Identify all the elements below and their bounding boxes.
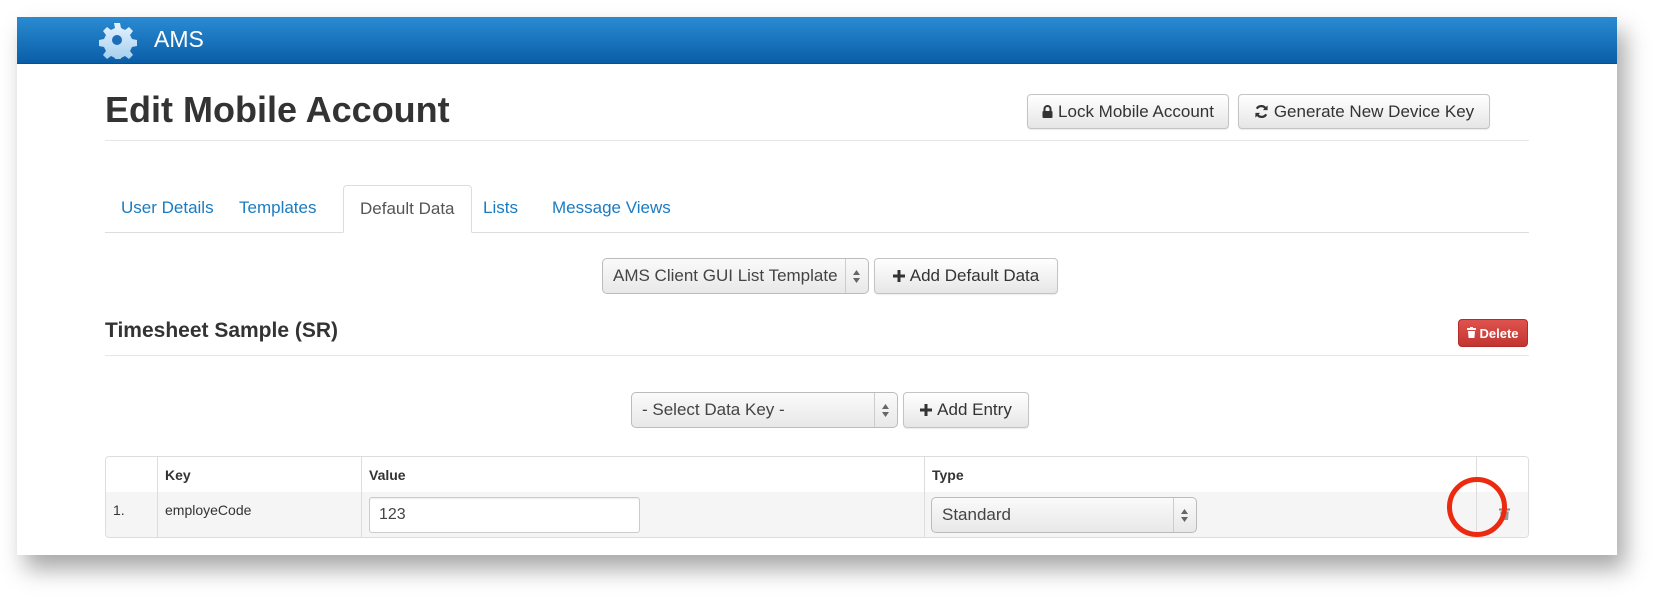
tab-label: Message Views bbox=[552, 198, 671, 217]
tab-lists[interactable]: Lists bbox=[467, 185, 534, 231]
table-header: Key Value Type bbox=[106, 457, 1528, 493]
add-entry-button[interactable]: Add Entry bbox=[903, 392, 1029, 428]
section-title: Timesheet Sample (SR) bbox=[105, 319, 339, 342]
add-default-data-button[interactable]: Add Default Data bbox=[874, 258, 1058, 294]
page-title: Edit Mobile Account bbox=[105, 89, 450, 130]
gear-icon[interactable] bbox=[97, 21, 137, 65]
select-arrows-icon bbox=[1173, 498, 1196, 532]
header-value: Value bbox=[361, 457, 924, 492]
data-key-select-value: - Select Data Key - bbox=[642, 400, 785, 419]
row-index: 1. bbox=[113, 502, 125, 518]
plus-icon bbox=[920, 404, 933, 416]
tab-templates[interactable]: Templates bbox=[223, 185, 332, 231]
add-default-data-label: Add Default Data bbox=[909, 266, 1040, 285]
template-select-value: AMS Client GUI List Template bbox=[613, 266, 838, 285]
app-title[interactable]: AMS bbox=[154, 26, 204, 53]
navbar: AMS bbox=[17, 17, 1617, 65]
trash-icon bbox=[1467, 326, 1477, 341]
plus-icon bbox=[892, 270, 905, 282]
tab-label: User Details bbox=[121, 198, 214, 217]
generate-device-key-button[interactable]: Generate New Device Key bbox=[1238, 94, 1490, 129]
template-select[interactable]: AMS Client GUI List Template bbox=[602, 258, 869, 294]
title-divider bbox=[105, 140, 1529, 141]
header-key: Key bbox=[157, 457, 361, 492]
lock-mobile-account-label: Lock Mobile Account bbox=[1058, 101, 1214, 121]
tab-label: Templates bbox=[239, 198, 317, 217]
row-key: employeCode bbox=[165, 502, 252, 518]
cell-value bbox=[361, 492, 924, 537]
section-divider bbox=[105, 355, 1529, 356]
delete-section-label: Delete bbox=[1479, 325, 1519, 341]
tab-user-details[interactable]: User Details bbox=[105, 185, 230, 231]
delete-section-button[interactable]: Delete bbox=[1458, 319, 1528, 347]
tab-message-views[interactable]: Message Views bbox=[536, 185, 687, 231]
cell-type: Standard bbox=[924, 492, 1476, 537]
tab-default-data[interactable]: Default Data bbox=[343, 185, 472, 233]
tab-label: Lists bbox=[483, 198, 518, 217]
generate-device-key-label: Generate New Device Key bbox=[1273, 101, 1475, 121]
add-entry-label: Add Entry bbox=[937, 400, 1012, 419]
header-value-label: Value bbox=[369, 467, 406, 483]
default-data-table: Key Value Type 1. employeCode Standard bbox=[105, 456, 1529, 538]
header-type: Type bbox=[924, 457, 1476, 492]
select-arrows-icon bbox=[845, 259, 868, 293]
header-index bbox=[106, 457, 157, 492]
tab-label: Default Data bbox=[360, 199, 455, 218]
type-select-value: Standard bbox=[942, 505, 1011, 524]
lock-icon bbox=[1042, 105, 1053, 118]
type-select[interactable]: Standard bbox=[931, 497, 1197, 533]
cell-key: employeCode bbox=[157, 492, 361, 537]
header-type-label: Type bbox=[932, 467, 964, 483]
highlight-annotation-circle bbox=[1447, 477, 1507, 537]
tab-bar: User Details Templates Default Data List… bbox=[105, 185, 1529, 233]
select-arrows-icon bbox=[874, 393, 897, 427]
table-row: 1. employeCode Standard bbox=[106, 492, 1528, 537]
lock-mobile-account-button[interactable]: Lock Mobile Account bbox=[1027, 94, 1229, 129]
data-key-select[interactable]: - Select Data Key - bbox=[631, 392, 898, 428]
value-input[interactable] bbox=[369, 497, 640, 533]
app-window: AMS Edit Mobile Account Lock Mobile Acco… bbox=[17, 17, 1617, 555]
refresh-icon bbox=[1254, 104, 1269, 119]
header-key-label: Key bbox=[165, 467, 191, 483]
cell-index: 1. bbox=[106, 492, 157, 537]
